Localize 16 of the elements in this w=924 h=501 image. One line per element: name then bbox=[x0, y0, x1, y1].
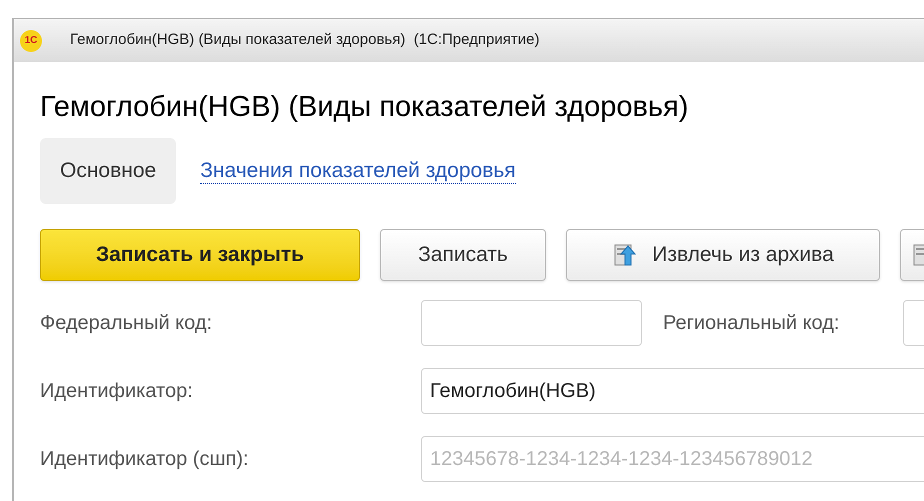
save-close-button[interactable]: Записать и закрыть bbox=[40, 229, 360, 281]
field-label: Идентификатор (сшп): bbox=[40, 447, 250, 472]
app-logo: 1С bbox=[20, 30, 42, 52]
input-field[interactable]: Гемоглобин(HGB) bbox=[421, 368, 924, 414]
field-label: Федеральный код: bbox=[40, 311, 214, 336]
input-field[interactable]: 12345678-1234-1234-1234-123456789012 bbox=[421, 436, 924, 482]
input-field[interactable] bbox=[421, 300, 642, 346]
tab[interactable]: Основное bbox=[40, 138, 176, 204]
save-button[interactable]: Записать bbox=[380, 229, 546, 281]
form-heading: Гемоглобин(HGB) (Виды показателей здоровья) bbox=[40, 90, 690, 125]
unarchive-button[interactable]: Извлечь из архива bbox=[566, 229, 880, 281]
window-title: Гемоглобин(HGB) (Виды показателей здоровья) (1С:Предприятие) bbox=[70, 30, 540, 50]
field-label: Идентификатор: bbox=[40, 379, 194, 404]
field-label: Региональный код: bbox=[663, 311, 840, 336]
tab[interactable]: Значения показателей здоровья bbox=[200, 158, 516, 184]
archive-up-arrow-icon bbox=[612, 242, 638, 268]
